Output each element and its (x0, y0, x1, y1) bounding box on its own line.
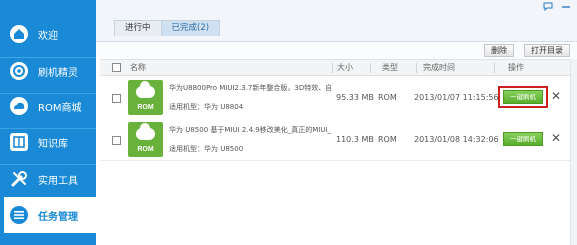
rom-thumbnail: ROM (128, 122, 163, 157)
column-size[interactable]: 大小 (337, 60, 353, 76)
column-divider (332, 63, 333, 73)
sidebar-item-welcome[interactable]: 欢迎 (0, 16, 96, 52)
rom-type: ROM (378, 135, 397, 144)
column-type[interactable]: 类型 (382, 60, 398, 76)
tools-icon (8, 168, 30, 190)
sidebar-item-label: 实用工具 (38, 175, 78, 187)
rom-completed-time: 2013/01/07 11:15:56 (414, 93, 499, 102)
rom-title: 华为 U8500 基于MIUI 2.4.9移改美化_真正的MIUI_非 (169, 126, 331, 134)
sidebar-item-tools[interactable]: 实用工具 (0, 161, 96, 197)
open-directory-button[interactable]: 打开目录 (524, 44, 570, 57)
sidebar-item-flash[interactable]: 刷机精灵 (0, 53, 96, 89)
minimize-icon[interactable] (561, 2, 571, 14)
sidebar-item-rom-store[interactable]: ROM商城 (0, 88, 96, 124)
sidebar-item-label: 刷机精灵 (38, 67, 78, 79)
book-icon (8, 131, 30, 153)
delete-button[interactable]: 删除 (484, 44, 514, 57)
column-divider (416, 63, 417, 73)
highlight-box (498, 86, 548, 108)
tab-strip: 进行中 已完成(2) (114, 20, 221, 36)
cloud-icon (8, 95, 30, 117)
flash-icon (8, 60, 30, 82)
thumbnail-label: ROM (137, 146, 154, 153)
sidebar-item-label: 任务管理 (38, 211, 78, 223)
task-list-icon (8, 204, 30, 226)
table-header: 名称 大小 类型 完成时间 操作 (100, 59, 570, 76)
toolbar: 删除 打开目录 (96, 42, 577, 59)
column-name[interactable]: 名称 (130, 60, 146, 76)
cloud-icon (136, 123, 155, 140)
row-checkbox[interactable] (112, 136, 121, 145)
rom-completed-time: 2013/01/08 14:32:06 (414, 135, 499, 144)
sidebar-item-knowledge[interactable]: 知识库 (0, 124, 96, 160)
rom-type: ROM (378, 93, 397, 102)
column-completed-time[interactable]: 完成时间 (423, 60, 455, 76)
table-row[interactable]: ROM 华为 U8500 基于MIUI 2.4.9移改美化_真正的MIUI_非 … (100, 118, 570, 161)
home-icon (8, 23, 30, 45)
rom-model: 适用机型：华为 U8804 (169, 103, 244, 111)
column-divider (370, 63, 371, 73)
delete-icon[interactable]: ✕ (551, 131, 561, 145)
tab-completed[interactable]: 已完成(2) (160, 20, 221, 36)
app-window: 欢迎 刷机精灵 ROM商城 知识库 实用工具 任务管理 进行中 已完成(2) 删… (0, 0, 577, 245)
thumbnail-label: ROM (137, 104, 154, 111)
sidebar-item-label: 知识库 (38, 138, 68, 150)
sidebar: 欢迎 刷机精灵 ROM商城 知识库 实用工具 任务管理 (0, 0, 96, 245)
sidebar-item-task-manager[interactable]: 任务管理 (0, 197, 96, 233)
window-controls (543, 2, 571, 14)
delete-icon[interactable]: ✕ (551, 89, 561, 103)
one-click-flash-button[interactable]: 一键刷机 (503, 132, 543, 146)
rom-size: 95.33 MB (336, 93, 374, 102)
tab-in-progress[interactable]: 进行中 (114, 20, 162, 36)
vertical-scrollbar[interactable] (570, 59, 577, 245)
sidebar-item-label: 欢迎 (38, 30, 58, 42)
table-row[interactable]: ROM 华为U8800Pro MIUI2.3.7新年整合版，3D特效、自由 适用… (100, 76, 570, 119)
cloud-icon (136, 81, 155, 98)
row-checkbox[interactable] (112, 94, 121, 103)
select-all-checkbox[interactable] (112, 63, 121, 72)
sidebar-item-label: ROM商城 (38, 102, 82, 114)
column-operation: 操作 (508, 63, 524, 72)
rom-model: 适用机型：华为 U8500 (169, 145, 244, 153)
rom-thumbnail: ROM (128, 80, 163, 115)
column-divider (494, 63, 495, 73)
chat-bubble-icon[interactable] (543, 2, 553, 14)
top-bar: 进行中 已完成(2) (96, 0, 577, 42)
rom-title: 华为U8800Pro MIUI2.3.7新年整合版，3D特效、自由 (169, 84, 331, 92)
rom-size: 110.3 MB (336, 135, 374, 144)
